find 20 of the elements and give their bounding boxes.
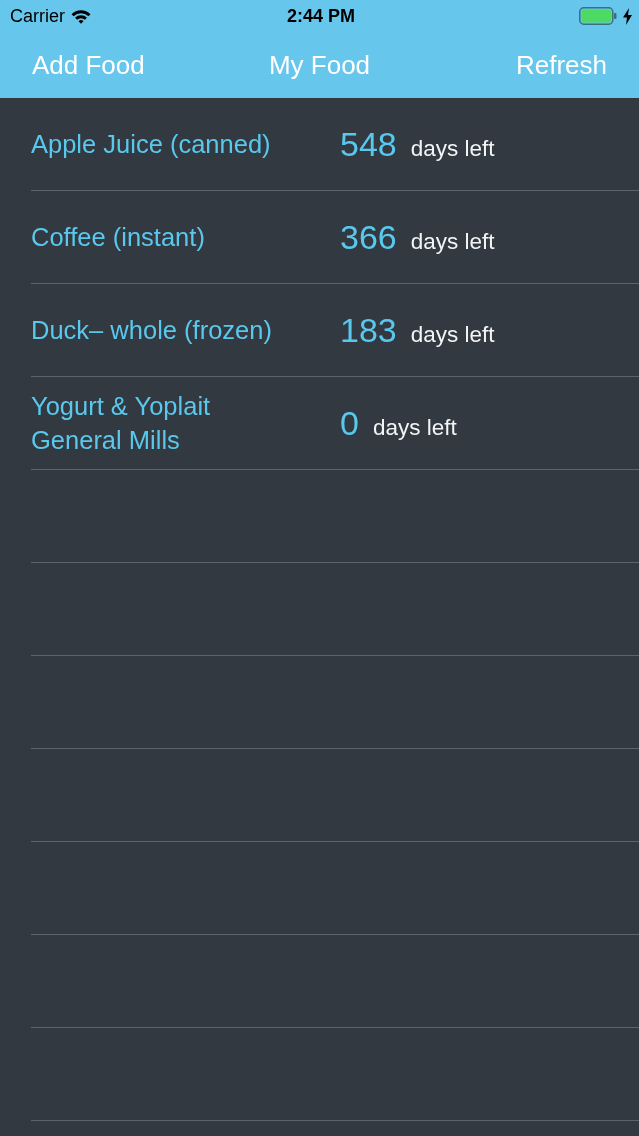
status-time: 2:44 PM — [287, 5, 355, 27]
food-name: Apple Juice (canned) — [31, 129, 272, 160]
days-left-label: days left — [372, 414, 457, 441]
carrier-label: Carrier — [10, 5, 65, 27]
days-count: 0 — [340, 403, 359, 443]
nav-title: My Food — [268, 49, 371, 81]
battery-icon — [579, 7, 617, 25]
food-name: Duck– whole (frozen) — [31, 315, 273, 346]
food-name: Coffee (instant) — [31, 222, 206, 253]
days-left-label: days left — [410, 321, 495, 348]
days-count: 183 — [340, 310, 397, 350]
days-count: 548 — [340, 124, 397, 164]
refresh-button[interactable]: Refresh — [515, 49, 607, 81]
days-left-label: days left — [410, 135, 495, 162]
wifi-icon — [71, 8, 91, 24]
food-name: Yogurt & Yoplait General Mills — [31, 391, 212, 456]
add-food-button[interactable]: Add Food — [32, 49, 145, 81]
days-left-label: days left — [410, 228, 495, 255]
days-count: 366 — [340, 217, 397, 257]
charging-icon — [623, 7, 632, 25]
